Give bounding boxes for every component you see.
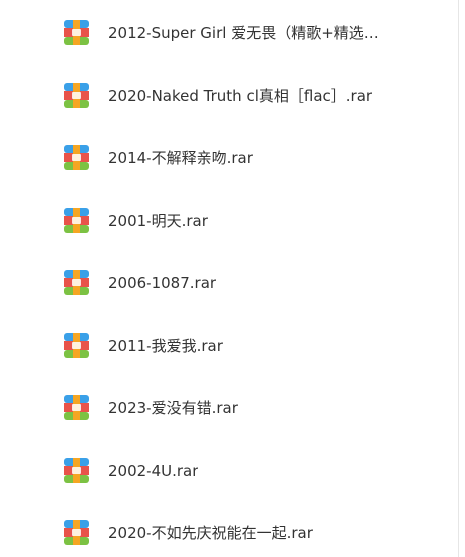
file-row[interactable]: 2020-不如先庆祝能在一起.rar <box>0 513 458 553</box>
file-name: 2012-Super Girl 爱无畏（精歌+精选… <box>108 24 379 42</box>
file-name: 2006-1087.rar <box>108 274 217 292</box>
file-row[interactable]: 2014-不解释亲吻.rar <box>0 138 458 178</box>
file-row[interactable]: 2006-1087.rar <box>0 263 458 303</box>
file-name: 2023-爱没有错.rar <box>108 399 238 417</box>
rar-archive-icon <box>64 208 89 233</box>
file-name: 2011-我爱我.rar <box>108 337 223 355</box>
file-name: 2020-Naked Truth cl真相［flac］.rar <box>108 87 373 105</box>
panel-border <box>458 0 459 557</box>
file-row[interactable]: 2001-明天.rar <box>0 201 458 241</box>
file-name: 2001-明天.rar <box>108 212 208 230</box>
rar-archive-icon <box>64 270 89 295</box>
file-row[interactable]: 2012-Super Girl 爱无畏（精歌+精选… <box>0 13 458 53</box>
file-list: 2012-Super Girl 爱无畏（精歌+精选… 2020-Naked Tr… <box>0 0 465 557</box>
file-row[interactable]: 2011-我爱我.rar <box>0 326 458 366</box>
rar-archive-icon <box>64 458 89 483</box>
file-name: 2002-4U.rar <box>108 462 199 480</box>
file-row[interactable]: 2020-Naked Truth cl真相［flac］.rar <box>0 76 458 116</box>
file-row[interactable]: 2002-4U.rar <box>0 451 458 491</box>
file-name: 2014-不解释亲吻.rar <box>108 149 253 167</box>
rar-archive-icon <box>64 145 89 170</box>
file-row[interactable]: 2023-爱没有错.rar <box>0 388 458 428</box>
rar-archive-icon <box>64 520 89 545</box>
rar-archive-icon <box>64 333 89 358</box>
rar-archive-icon <box>64 20 89 45</box>
rar-archive-icon <box>64 83 89 108</box>
rar-archive-icon <box>64 395 89 420</box>
file-name: 2020-不如先庆祝能在一起.rar <box>108 524 313 542</box>
